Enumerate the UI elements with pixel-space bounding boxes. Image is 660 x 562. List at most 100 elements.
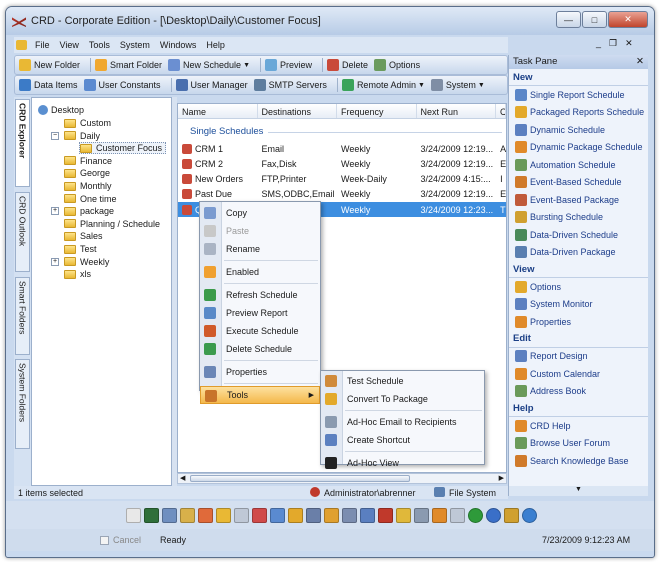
remote-admin-button[interactable]: Remote Admin ▼: [341, 79, 425, 91]
task-system-monitor[interactable]: System Monitor: [509, 296, 648, 314]
column-name[interactable]: Name: [178, 104, 258, 118]
table-row[interactable]: New Orders FTP,Printer Week-Daily 3/24/2009…: [178, 172, 506, 187]
tab-smart-folders[interactable]: Smart Folders: [15, 277, 30, 355]
task-crd-help[interactable]: CRD Help: [509, 417, 648, 435]
title-bar[interactable]: CRD - Corporate Edition - [\Desktop\Dail…: [6, 7, 654, 35]
minimize-button[interactable]: —: [556, 11, 581, 28]
info-icon[interactable]: [521, 507, 537, 523]
notes-icon[interactable]: [413, 507, 429, 523]
gear2-icon[interactable]: [305, 507, 321, 523]
task-data-driven-package[interactable]: Data-Driven Package: [509, 244, 648, 262]
preview-button[interactable]: Preview: [265, 59, 312, 71]
new-schedule-button[interactable]: New Schedule ▼: [168, 59, 250, 71]
pencil-icon[interactable]: [179, 507, 195, 523]
menu-file[interactable]: File: [30, 40, 55, 50]
task-search-knowledge-base[interactable]: Search Knowledge Base: [509, 452, 648, 470]
table-row[interactable]: CRM 2 Fax,Disk Weekly 3/24/2009 12:19... E: [178, 156, 506, 171]
menu-help[interactable]: Help: [201, 40, 230, 50]
menu-windows[interactable]: Windows: [155, 40, 202, 50]
folder-icon[interactable]: [215, 507, 231, 523]
mdi-close-button[interactable]: ✕: [625, 38, 633, 49]
task-single-report-schedule[interactable]: Single Report Schedule: [509, 86, 648, 104]
tree-item-monthly[interactable]: Monthly: [64, 180, 112, 192]
task-options[interactable]: Options: [509, 278, 648, 296]
data-items-button[interactable]: Data Items: [19, 79, 78, 91]
tab-crd-explorer[interactable]: CRD Explorer: [15, 99, 30, 187]
calendar-icon[interactable]: [197, 507, 213, 523]
tree-item-custom[interactable]: Custom: [64, 117, 111, 129]
task-dynamic-schedule[interactable]: Dynamic Schedule: [509, 121, 648, 139]
user-constants-button[interactable]: User Constants: [83, 79, 161, 91]
tree-item-george[interactable]: George: [64, 167, 110, 179]
chevron-down-icon[interactable]: ▼: [418, 82, 425, 89]
help-icon[interactable]: [485, 507, 501, 523]
tree-item-package[interactable]: package: [64, 205, 114, 217]
task-pane-scroll-down-icon[interactable]: ▼: [509, 486, 648, 496]
options-button[interactable]: Options: [374, 59, 420, 71]
column-next-run[interactable]: Next Run: [417, 104, 496, 118]
cube-icon[interactable]: [359, 507, 375, 523]
task-address-book[interactable]: Address Book: [509, 383, 648, 401]
user-manager-button[interactable]: User Manager: [175, 79, 248, 91]
column-destinations[interactable]: Destinations: [258, 104, 337, 118]
box-icon[interactable]: [323, 507, 339, 523]
new-folder-button[interactable]: New Folder: [19, 59, 80, 71]
table-row[interactable]: Past Due SMS,ODBC,Email Weekly 3/24/2009 12…: [178, 187, 506, 202]
package-icon[interactable]: [287, 507, 303, 523]
tab-crd-outlook[interactable]: CRD Outlook: [15, 192, 30, 272]
smtp-servers-button[interactable]: SMTP Servers: [253, 79, 327, 91]
menu-item-ad-hoc-view[interactable]: Ad-Hoc View: [321, 454, 484, 472]
tree-expander[interactable]: +: [51, 207, 59, 216]
menu-item-delete-schedule[interactable]: Delete Schedule: [200, 340, 320, 358]
close-button[interactable]: ✕: [608, 11, 648, 28]
menu-item-tools[interactable]: Tools ▶: [200, 386, 320, 404]
menu-item-create-shortcut[interactable]: Create Shortcut: [321, 431, 484, 449]
tree-item-daily[interactable]: Daily: [64, 130, 100, 142]
chevron-down-icon[interactable]: ▼: [243, 62, 250, 69]
chart-icon[interactable]: [251, 507, 267, 523]
menu-tools[interactable]: Tools: [84, 40, 115, 50]
menu-item-preview-report[interactable]: Preview Report: [200, 304, 320, 322]
task-browse-user-forum[interactable]: Browse User Forum: [509, 435, 648, 453]
cancel-control[interactable]: Cancel: [100, 535, 141, 545]
delete-button[interactable]: Delete: [327, 59, 368, 71]
menu-item-refresh-schedule[interactable]: Refresh Schedule: [200, 286, 320, 304]
stack-icon[interactable]: [503, 507, 519, 523]
tree-root[interactable]: Desktop: [38, 104, 84, 116]
task-event-based-schedule[interactable]: Event-Based Schedule: [509, 174, 648, 192]
scroll-left-icon[interactable]: ◀: [180, 474, 185, 482]
cancel-checkbox[interactable]: [100, 535, 109, 545]
tree-expander[interactable]: −: [51, 131, 59, 140]
system-button[interactable]: System ▼: [430, 79, 485, 91]
task-event-based-package[interactable]: Event-Based Package: [509, 191, 648, 209]
task-dynamic-package-schedule[interactable]: Dynamic Package Schedule: [509, 139, 648, 157]
smart-folder-button[interactable]: Smart Folder: [95, 59, 162, 71]
blank-icon[interactable]: [233, 507, 249, 523]
menu-item-convert-to-package[interactable]: Convert To Package: [321, 390, 484, 408]
menu-item-rename[interactable]: Rename: [200, 240, 320, 258]
task-data-driven-schedule[interactable]: Data-Driven Schedule: [509, 226, 648, 244]
menu-view[interactable]: View: [55, 40, 84, 50]
menu-item-properties[interactable]: Properties: [200, 363, 320, 381]
table-row[interactable]: CRM 1 Email Weekly 3/24/2009 12:19... A: [178, 141, 506, 156]
scroll-thumb[interactable]: [190, 475, 410, 482]
green-icon[interactable]: [467, 507, 483, 523]
horizontal-scrollbar[interactable]: ◀ ▶: [177, 473, 507, 484]
task-bursting-schedule[interactable]: Bursting Schedule: [509, 209, 648, 227]
menu-item-copy[interactable]: Copy: [200, 204, 320, 222]
network-icon[interactable]: [377, 507, 393, 523]
column-c[interactable]: C: [496, 104, 506, 118]
menu-item-execute-schedule[interactable]: Execute Schedule: [200, 322, 320, 340]
task-report-design[interactable]: Report Design: [509, 348, 648, 366]
mdi-restore-button[interactable]: ❐: [609, 38, 617, 49]
tree-item-finance[interactable]: Finance: [64, 155, 112, 167]
tree-item-planning-schedule[interactable]: Planning / Schedule: [64, 218, 160, 230]
monitor-icon[interactable]: [143, 507, 159, 523]
tree-item-test[interactable]: Test: [64, 243, 97, 255]
maximize-button[interactable]: □: [582, 11, 607, 28]
menu-item-paste[interactable]: Paste: [200, 222, 320, 240]
menu-item-test-schedule[interactable]: Test Schedule: [321, 372, 484, 390]
task-automation-schedule[interactable]: Automation Schedule: [509, 156, 648, 174]
task-properties[interactable]: Properties: [509, 313, 648, 331]
task-pane-close-icon[interactable]: ✕: [636, 56, 644, 68]
